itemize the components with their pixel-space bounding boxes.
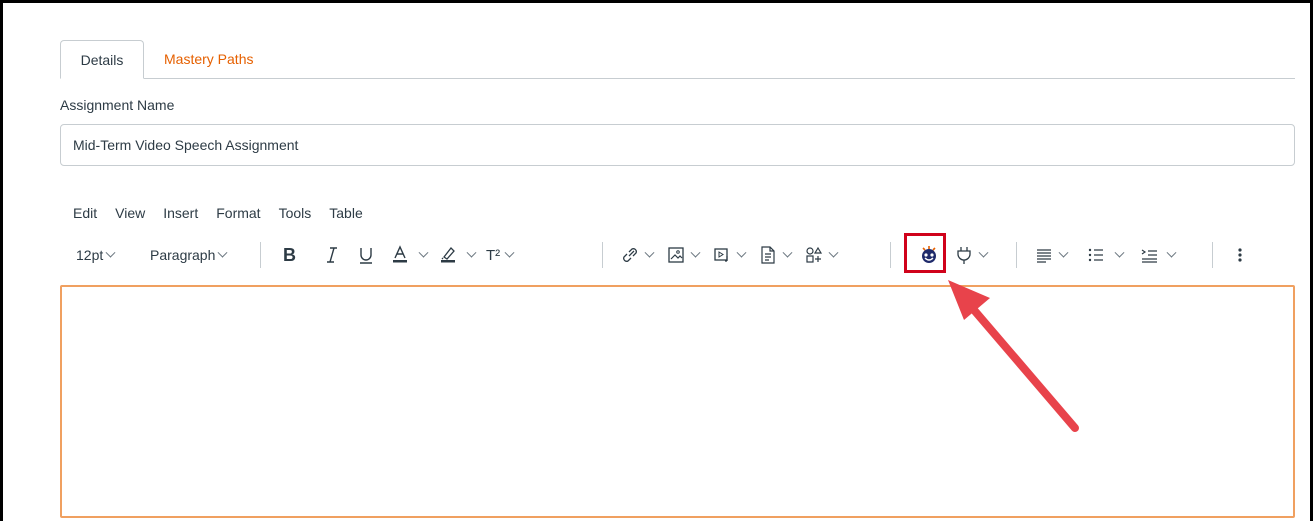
chevron-down-icon xyxy=(644,247,655,258)
document-button[interactable] xyxy=(758,236,793,274)
italic-button[interactable] xyxy=(322,236,342,274)
chevron-down-icon xyxy=(466,247,477,258)
chevron-down-icon xyxy=(1058,247,1069,258)
plugin-button[interactable] xyxy=(954,236,989,274)
document-icon xyxy=(761,246,775,264)
menu-view[interactable]: View xyxy=(106,202,154,224)
more-button[interactable] xyxy=(1234,236,1246,274)
chevron-down-icon xyxy=(105,247,116,258)
menu-format[interactable]: Format xyxy=(207,202,269,224)
align-icon xyxy=(1037,249,1051,263)
video-tool-icon xyxy=(922,246,936,263)
image-button[interactable] xyxy=(666,236,701,274)
svg-text:B: B xyxy=(283,245,296,265)
plugin-icon xyxy=(957,247,971,264)
video-tool-button[interactable] xyxy=(918,236,940,274)
toolbar-divider xyxy=(602,242,603,268)
bold-icon: B xyxy=(283,245,296,265)
image-icon xyxy=(668,247,684,263)
chevron-down-icon xyxy=(978,247,989,258)
italic-icon xyxy=(327,247,337,263)
indent-button[interactable] xyxy=(1140,236,1177,274)
tab-details[interactable]: Details xyxy=(60,40,144,79)
tab-bar: Details Mastery Paths xyxy=(60,40,1295,79)
apps-button[interactable] xyxy=(804,236,839,274)
chevron-down-icon xyxy=(1166,247,1177,258)
highlight-icon xyxy=(441,247,455,263)
superscript-icon: T² xyxy=(486,246,501,264)
indent-icon xyxy=(1141,249,1157,263)
menu-table[interactable]: Table xyxy=(320,202,371,224)
toolbar-divider xyxy=(1212,242,1213,268)
link-button[interactable] xyxy=(620,236,655,274)
link-icon xyxy=(623,248,637,262)
menu-tools[interactable]: Tools xyxy=(270,202,321,224)
editor-toolbar: 12pt Paragraph B T² xyxy=(60,236,1295,274)
text-color-button[interactable] xyxy=(390,236,429,274)
toolbar-divider xyxy=(1016,242,1017,268)
rich-content-editor-area[interactable] xyxy=(60,285,1295,518)
bold-button[interactable]: B xyxy=(280,236,300,274)
chevron-down-icon xyxy=(418,247,429,258)
block-format-dropdown[interactable]: Paragraph xyxy=(150,236,228,274)
highlight-color-button[interactable] xyxy=(438,236,477,274)
underline-button[interactable] xyxy=(356,236,376,274)
bullet-list-icon xyxy=(1088,248,1103,262)
toolbar-divider xyxy=(260,242,261,268)
align-button[interactable] xyxy=(1034,236,1069,274)
bullet-list-button[interactable] xyxy=(1086,236,1125,274)
font-size-value: 12pt xyxy=(76,247,104,263)
underline-icon xyxy=(360,248,372,264)
media-button[interactable] xyxy=(712,236,747,274)
chevron-down-icon xyxy=(690,247,701,258)
menu-edit[interactable]: Edit xyxy=(64,202,106,224)
assignment-name-label: Assignment Name xyxy=(60,97,175,113)
chevron-down-icon xyxy=(828,247,839,258)
menu-insert[interactable]: Insert xyxy=(154,202,207,224)
block-format-value: Paragraph xyxy=(150,247,216,263)
text-color-icon xyxy=(393,245,407,263)
chevron-down-icon xyxy=(736,247,747,258)
tab-mastery-paths[interactable]: Mastery Paths xyxy=(164,40,253,78)
toolbar-divider xyxy=(890,242,891,268)
apps-icon xyxy=(806,246,823,263)
chevron-down-icon xyxy=(217,247,228,258)
chevron-down-icon xyxy=(504,247,515,258)
chevron-down-icon xyxy=(782,247,793,258)
chevron-down-icon xyxy=(1114,247,1125,258)
more-icon xyxy=(1238,248,1242,262)
superscript-button[interactable]: T² xyxy=(486,236,515,274)
assignment-name-input[interactable] xyxy=(60,124,1295,166)
media-icon xyxy=(714,248,728,262)
editor-menubar: Edit View Insert Format Tools Table xyxy=(64,202,372,224)
font-size-dropdown[interactable]: 12pt xyxy=(76,236,116,274)
